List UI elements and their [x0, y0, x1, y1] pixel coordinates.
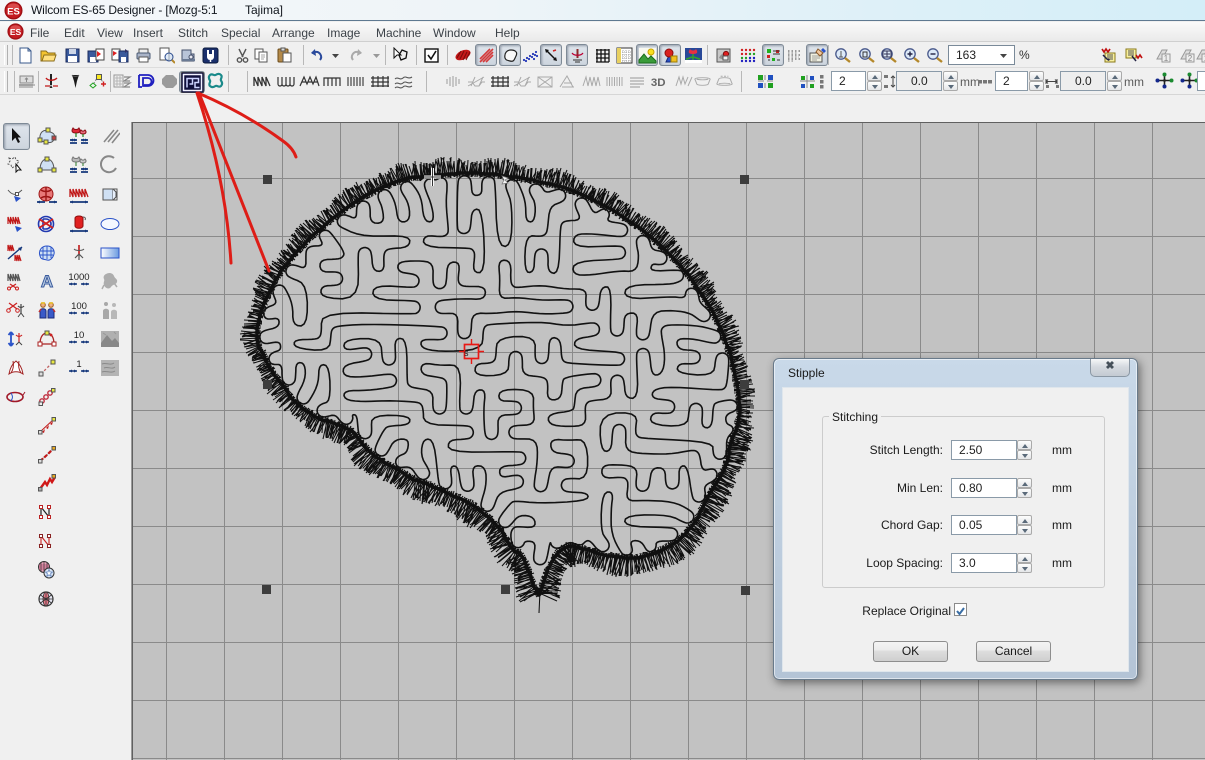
- svg-text:s: s: [464, 348, 469, 358]
